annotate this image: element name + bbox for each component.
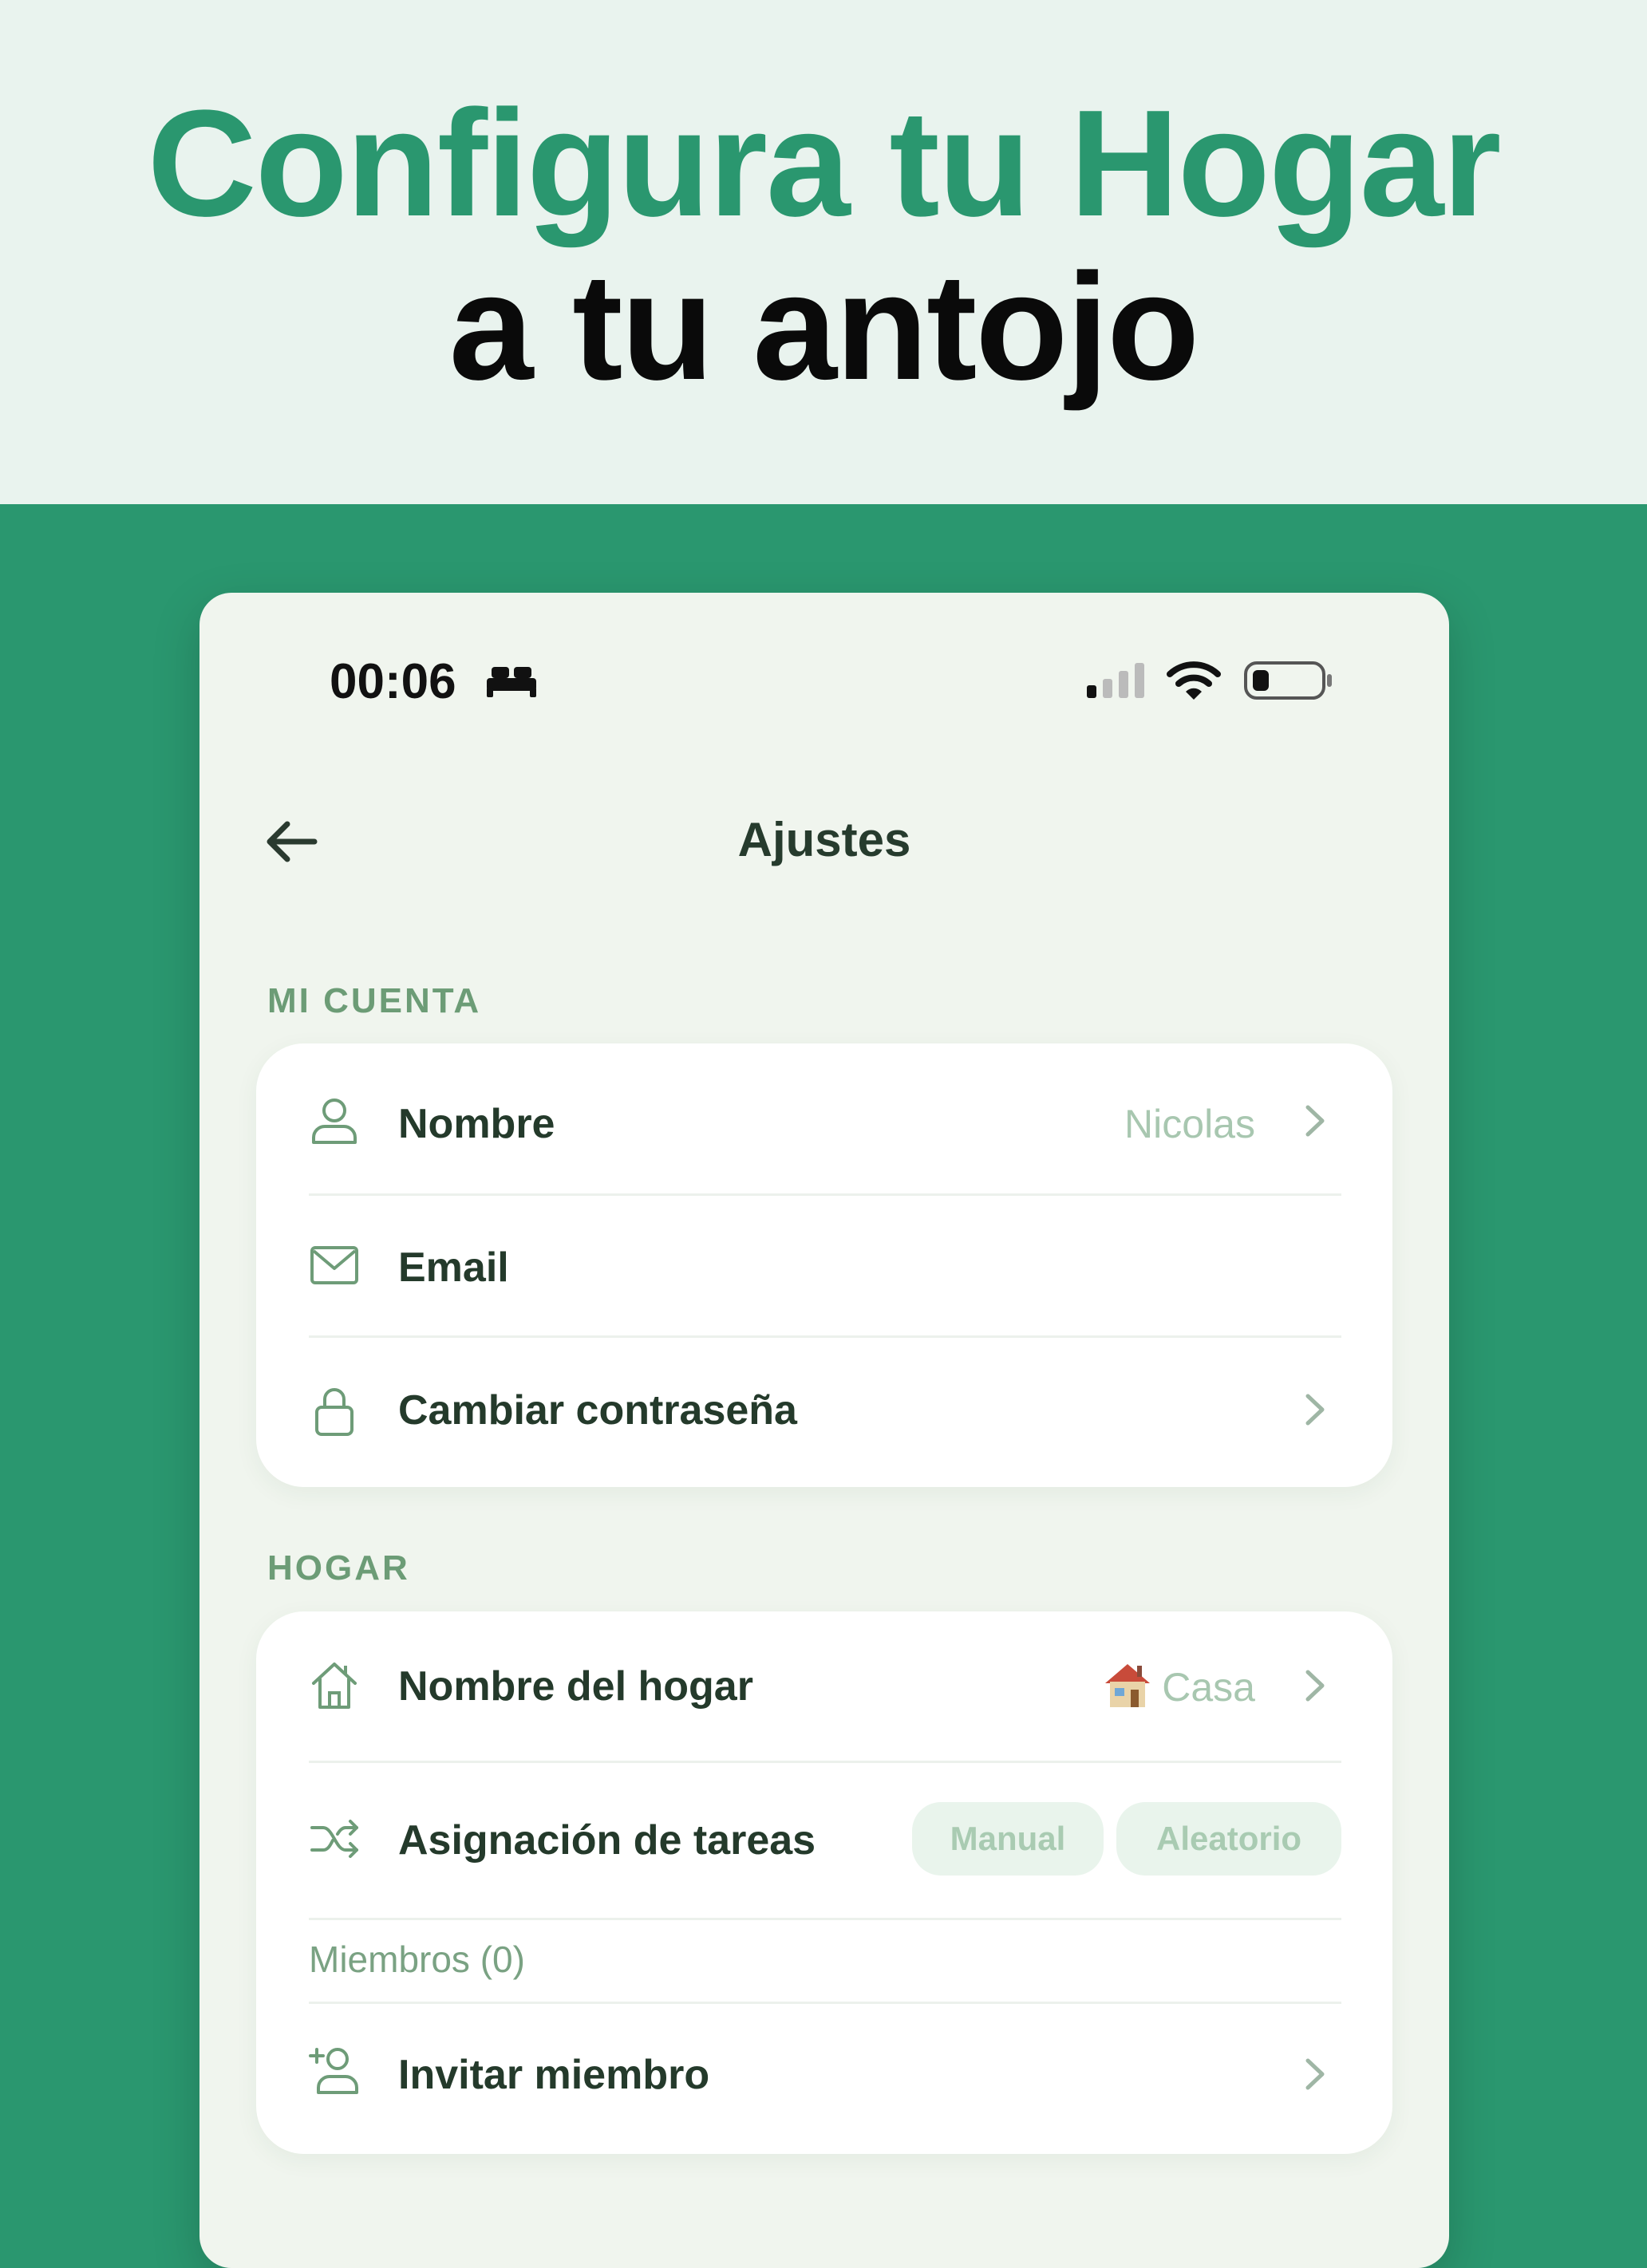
wifi-icon — [1167, 661, 1221, 700]
assignment-option-random[interactable]: Aleatorio — [1116, 1802, 1341, 1876]
hero-title-line1: Configura tu Hogar — [147, 79, 1502, 248]
row-label: Nombre del hogar — [398, 1663, 753, 1710]
hero-banner: Configura tu Hogar a tu antojo — [0, 0, 1647, 504]
row-label: Asignación de tareas — [398, 1817, 816, 1864]
row-label: Nombre — [398, 1101, 555, 1147]
members-label: Miembros (0) — [309, 1939, 525, 1980]
bed-icon — [487, 667, 536, 697]
row-label: Invitar miembro — [398, 2052, 710, 2098]
home-icon — [312, 1663, 357, 1709]
hero-title-line2: a tu antojo — [448, 243, 1199, 412]
divider — [309, 1918, 1341, 1920]
shuffle-icon — [310, 1820, 358, 1858]
account-card: Nombre Nicolas Email Cambiar contraseña — [256, 1043, 1392, 1487]
settings-row-email[interactable]: Email — [256, 1195, 1392, 1336]
chevron-right-icon — [1305, 2058, 1325, 2090]
phone-screen: 00:06 Ajustes MI CUENTA Nombre Nicolas E… — [199, 593, 1449, 2268]
chevron-right-icon — [1305, 1670, 1325, 1702]
user-plus-icon — [309, 2048, 358, 2094]
lock-icon — [315, 1388, 353, 1436]
assignment-option-manual[interactable]: Manual — [912, 1802, 1104, 1876]
section-label-account: MI CUENTA — [267, 981, 482, 1020]
row-label: Email — [398, 1244, 509, 1291]
settings-row-home-name[interactable]: Nombre del hogar Casa — [256, 1611, 1392, 1761]
chevron-right-icon — [1305, 1105, 1325, 1137]
house-emoji-icon — [1105, 1664, 1150, 1707]
user-icon — [312, 1099, 357, 1144]
row-value: Nicolas — [1124, 1102, 1255, 1146]
mail-icon — [310, 1246, 358, 1284]
home-card: Nombre del hogar Casa Asignación de tare… — [256, 1611, 1392, 2154]
status-time: 00:06 — [330, 654, 456, 709]
page-title: Ajustes — [737, 813, 911, 866]
signal-icon — [1087, 663, 1144, 698]
settings-row-task-assignment: Asignación de tareas Manual Aleatorio — [256, 1762, 1392, 1919]
battery-icon — [1244, 661, 1332, 700]
row-label: Cambiar contraseña — [398, 1387, 797, 1434]
settings-row-name[interactable]: Nombre Nicolas — [256, 1043, 1392, 1195]
chevron-right-icon — [1305, 1394, 1325, 1426]
settings-row-password[interactable]: Cambiar contraseña — [256, 1337, 1392, 1487]
section-label-home: HOGAR — [267, 1548, 410, 1588]
settings-row-invite-member[interactable]: Invitar miembro — [256, 2003, 1392, 2154]
row-value: Casa — [1162, 1665, 1255, 1710]
